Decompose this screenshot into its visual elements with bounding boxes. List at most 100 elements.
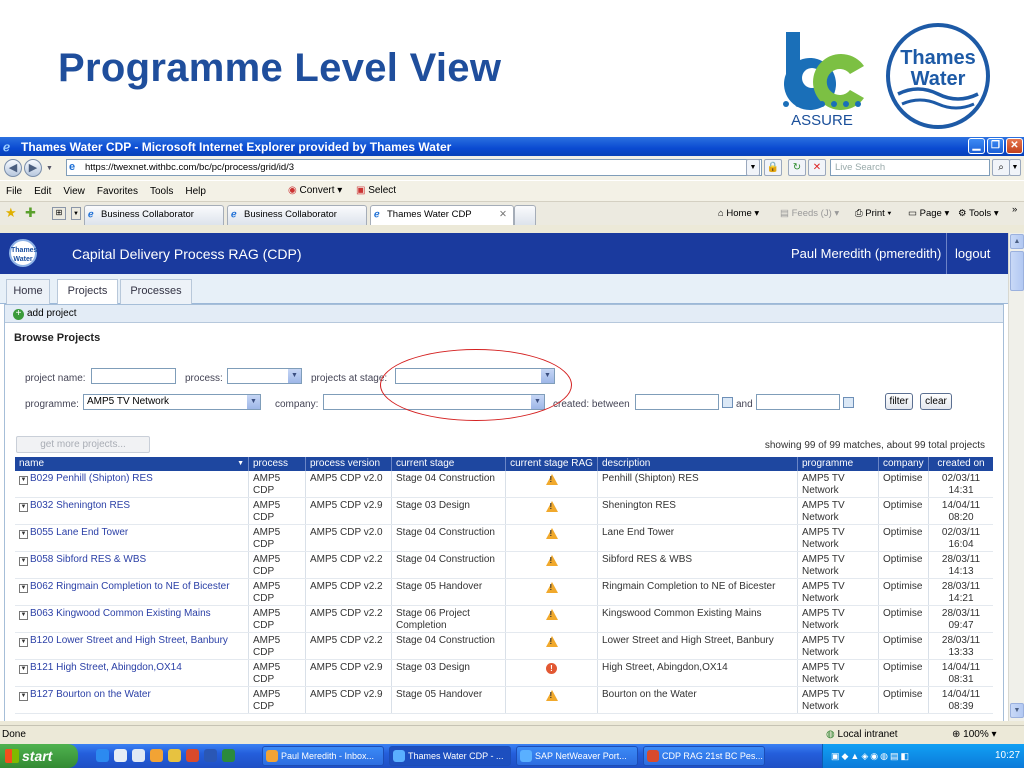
- menu-help[interactable]: Help: [185, 186, 206, 197]
- row-menu-icon[interactable]: ▼: [19, 584, 28, 593]
- col-header-version[interactable]: process version: [305, 457, 391, 471]
- refresh-icon[interactable]: ↻: [788, 159, 806, 176]
- project-link[interactable]: ▼ B120 Lower Street and High Street, Banb…: [19, 633, 248, 647]
- history-dropdown-icon[interactable]: ▼: [46, 165, 53, 172]
- project-link[interactable]: ▼ B055 Lane End Tower: [19, 525, 248, 539]
- task-inbox[interactable]: Paul Meredith - Inbox...: [262, 746, 384, 766]
- col-header-process[interactable]: process: [248, 457, 305, 471]
- project-link[interactable]: ▼ B029 Penhill (Shipton) RES: [19, 471, 248, 485]
- more-commands-icon[interactable]: »: [1012, 204, 1017, 215]
- minimize-button[interactable]: ▁: [968, 138, 985, 154]
- created-to-input[interactable]: [756, 394, 840, 410]
- menu-tools[interactable]: Tools: [150, 186, 173, 197]
- table-row[interactable]: ▼ B120 Lower Street and High Street, Banb…: [15, 633, 993, 660]
- quicklaunch-word-icon[interactable]: [204, 749, 217, 762]
- project-link[interactable]: ▼ B062 Ringmain Completion to NE of Bices…: [19, 579, 248, 593]
- table-row[interactable]: ▼ B029 Penhill (Shipton) RES AMP5 CDP AMP5 C…: [15, 471, 993, 498]
- tab-home[interactable]: Home: [6, 279, 50, 304]
- thames-water-app-logo[interactable]: Thames Water: [9, 239, 37, 267]
- project-link[interactable]: ▼ B058 Sibford RES & WBS: [19, 552, 248, 566]
- new-tab-button[interactable]: [514, 205, 536, 225]
- row-menu-icon[interactable]: ▼: [19, 503, 28, 512]
- table-row[interactable]: ▼ B063 Kingwood Common Existing Mains AMP5…: [15, 606, 993, 633]
- col-header-description[interactable]: description: [597, 457, 797, 471]
- row-menu-icon[interactable]: ▼: [19, 665, 28, 674]
- menu-file[interactable]: File: [6, 186, 22, 197]
- convert-button[interactable]: ◉ Convert ▾: [288, 185, 342, 196]
- restore-button[interactable]: ❐: [987, 138, 1004, 154]
- menu-edit[interactable]: Edit: [34, 186, 51, 197]
- scroll-down-icon[interactable]: ▼: [1010, 703, 1024, 718]
- tray-icons[interactable]: ▣◆▲◈◉◍▤◧: [831, 744, 911, 768]
- close-tab-icon[interactable]: ✕: [499, 206, 507, 224]
- scroll-up-icon[interactable]: ▲: [1010, 234, 1024, 249]
- stop-icon[interactable]: ✕: [808, 159, 826, 176]
- page-button[interactable]: ▭ Page ▾: [908, 208, 949, 219]
- lock-icon[interactable]: 🔒: [764, 159, 782, 176]
- start-button[interactable]: start: [0, 744, 78, 768]
- tab-list-icon[interactable]: ▼: [71, 207, 81, 220]
- project-link[interactable]: ▼ B127 Bourton on the Water: [19, 687, 248, 701]
- add-favorites-icon[interactable]: ✚: [25, 205, 36, 221]
- feeds-button[interactable]: ▤ Feeds (J) ▾: [780, 208, 839, 219]
- col-header-programme[interactable]: programme: [797, 457, 878, 471]
- print-button[interactable]: ⎙ Print ▾: [855, 208, 891, 219]
- search-icon[interactable]: ⌕: [992, 159, 1010, 176]
- quicklaunch-outlook-icon[interactable]: [150, 749, 163, 762]
- quicklaunch-folder-icon[interactable]: [168, 749, 181, 762]
- menu-view[interactable]: View: [63, 186, 85, 197]
- row-menu-icon[interactable]: ▼: [19, 530, 28, 539]
- row-menu-icon[interactable]: ▼: [19, 476, 28, 485]
- quicklaunch-desktop-icon[interactable]: [132, 749, 145, 762]
- browser-tab-1[interactable]: ℯ Business Collaborator: [84, 205, 224, 225]
- browser-tab-3[interactable]: ℯ Thames Water CDP ✕: [370, 205, 514, 225]
- filter-button[interactable]: filter: [885, 393, 913, 410]
- quicklaunch-excel-icon[interactable]: [222, 749, 235, 762]
- col-header-company[interactable]: company: [878, 457, 928, 471]
- col-header-rag[interactable]: current stage RAG: [505, 457, 597, 471]
- row-menu-icon[interactable]: ▼: [19, 638, 28, 647]
- browser-tab-2[interactable]: ℯ Business Collaborator: [227, 205, 367, 225]
- process-select[interactable]: ▼: [227, 368, 302, 384]
- close-window-button[interactable]: ✕: [1006, 138, 1023, 154]
- table-row[interactable]: ▼ B058 Sibford RES & WBS AMP5 CDP AMP5 CDP v…: [15, 552, 993, 579]
- table-row[interactable]: ▼ B127 Bourton on the Water AMP5 CDP AMP5 CD…: [15, 687, 993, 714]
- quicklaunch-ie-icon[interactable]: [96, 749, 109, 762]
- zoom-control[interactable]: ⊕ 100% ▾: [952, 726, 997, 744]
- live-search-input[interactable]: Live Search: [830, 159, 990, 176]
- company-select[interactable]: ▼: [323, 394, 545, 410]
- home-button[interactable]: ⌂ Home ▾: [718, 208, 759, 219]
- stage-select[interactable]: ▼: [395, 368, 555, 384]
- url-input[interactable]: e https://twexnet.withbc.com/bc/pc/proce…: [66, 159, 762, 176]
- quick-tabs-icon[interactable]: ⊞: [52, 207, 66, 220]
- row-menu-icon[interactable]: ▼: [19, 692, 28, 701]
- project-name-input[interactable]: [91, 368, 176, 384]
- table-row[interactable]: ▼ B055 Lane End Tower AMP5 CDP AMP5 CDP v2.0…: [15, 525, 993, 552]
- vertical-scrollbar[interactable]: ▲ ▼: [1008, 233, 1024, 721]
- add-project-link[interactable]: + add project: [5, 305, 1003, 323]
- menu-favorites[interactable]: Favorites: [97, 186, 138, 197]
- col-header-stage[interactable]: current stage: [391, 457, 505, 471]
- col-header-name[interactable]: name ▼: [15, 457, 248, 471]
- calendar-icon[interactable]: [843, 397, 854, 408]
- tools-button[interactable]: ⚙ Tools ▾: [958, 208, 999, 219]
- created-from-input[interactable]: [635, 394, 719, 410]
- task-thames-cdp[interactable]: Thames Water CDP - ...: [389, 746, 511, 766]
- quicklaunch-ie2-icon[interactable]: [114, 749, 127, 762]
- project-link[interactable]: ▼ B063 Kingwood Common Existing Mains: [19, 606, 248, 620]
- get-more-projects-button[interactable]: get more projects...: [16, 436, 150, 453]
- quicklaunch-powerpoint-icon[interactable]: [186, 749, 199, 762]
- scroll-thumb[interactable]: [1010, 251, 1024, 291]
- task-cdp-rag[interactable]: CDP RAG 21st BC Pes...: [643, 746, 765, 766]
- table-row[interactable]: ▼ B062 Ringmain Completion to NE of Bices…: [15, 579, 993, 606]
- programme-select[interactable]: AMP5 TV Network ▼: [83, 394, 261, 410]
- project-link[interactable]: ▼ B121 High Street, Abingdon,OX14: [19, 660, 248, 674]
- clear-button[interactable]: clear: [920, 393, 952, 410]
- table-row[interactable]: ▼ B032 Shenington RES AMP5 CDP AMP5 CDP v2.9…: [15, 498, 993, 525]
- table-row[interactable]: ▼ B121 High Street, Abingdon,OX14 AMP5 CDP A…: [15, 660, 993, 687]
- tab-processes[interactable]: Processes: [120, 279, 192, 304]
- search-options-icon[interactable]: ▼: [1009, 159, 1021, 176]
- project-link[interactable]: ▼ B032 Shenington RES: [19, 498, 248, 512]
- task-sap[interactable]: SAP NetWeaver Port...: [516, 746, 638, 766]
- url-dropdown-icon[interactable]: ▼: [746, 159, 760, 176]
